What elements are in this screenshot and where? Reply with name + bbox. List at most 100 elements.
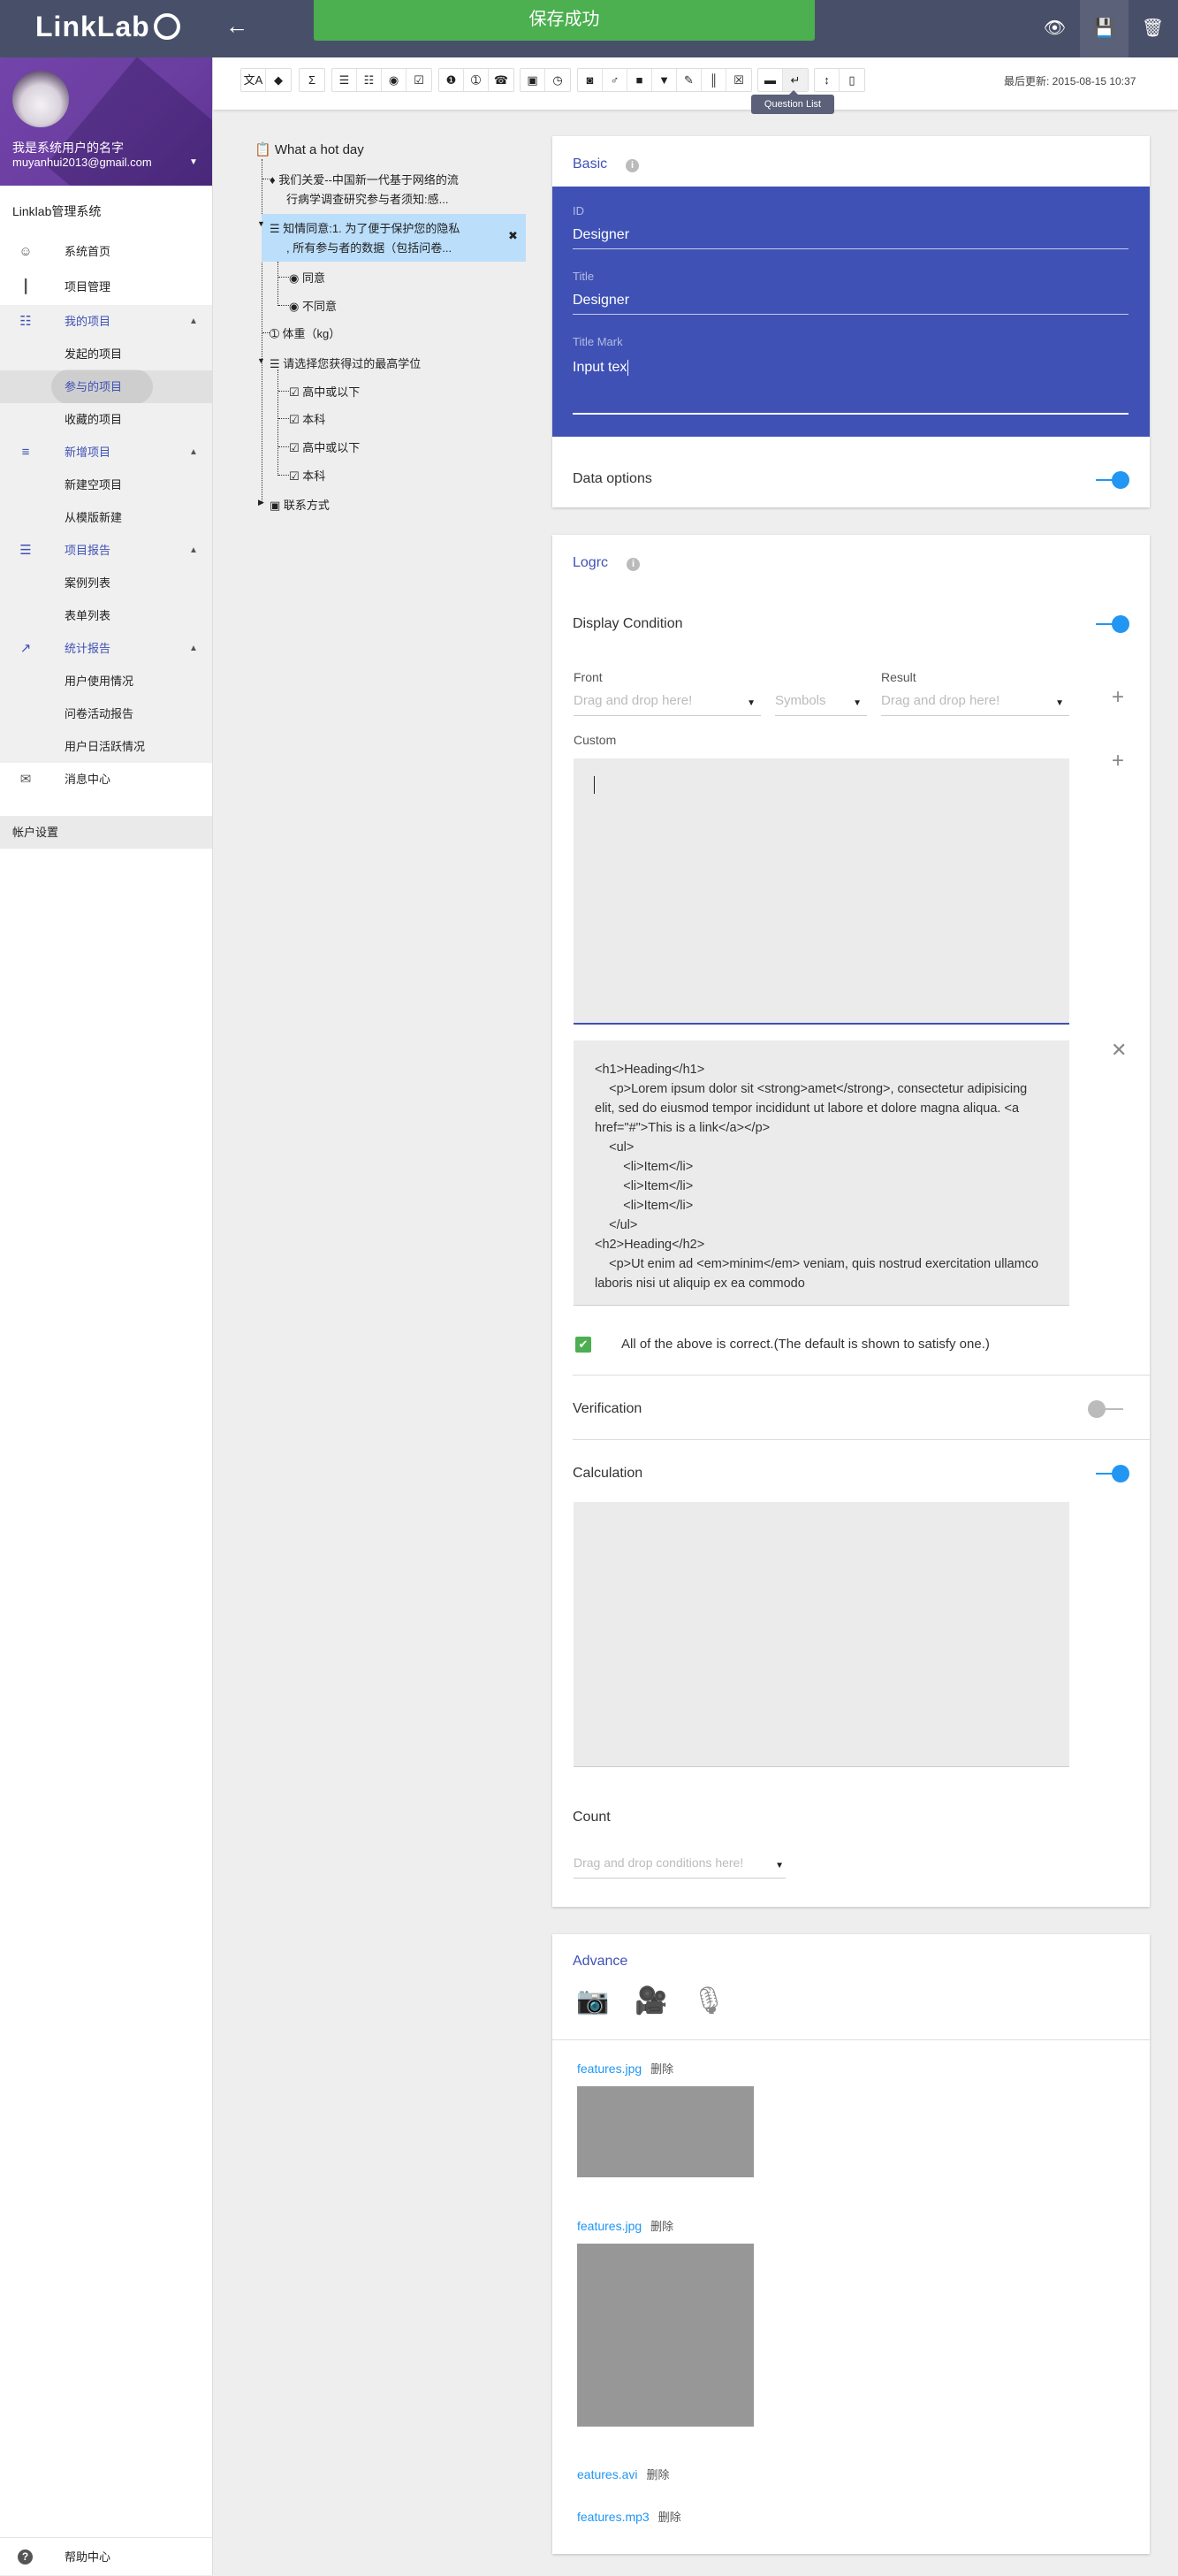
sidebar-item[interactable]: ≡ 新增项目 ▲ — [0, 436, 212, 469]
image-thumbnail[interactable] — [577, 2086, 754, 2177]
numbered-list-icon[interactable]: ☰ — [332, 69, 357, 91]
account-dropdown-icon[interactable]: ▼ — [189, 157, 198, 167]
result-select[interactable]: Drag and drop here! ▼ — [881, 693, 1069, 716]
tree-item-degree[interactable]: ☰ 请选择您获得过的最高学位 — [270, 354, 421, 371]
delete-file-button[interactable]: 删除 — [646, 2468, 669, 2481]
sidebar-item[interactable]: ☺ 系统首页 — [0, 234, 212, 270]
collapse-arrow-icon[interactable]: ▼ — [257, 219, 265, 228]
delete-file-button[interactable]: 删除 — [650, 2062, 673, 2076]
video-icon[interactable]: ■ — [627, 69, 652, 91]
sidebar-item[interactable]: ┃ 项目管理 — [0, 270, 212, 305]
collapse-arrow-icon[interactable]: ▼ — [257, 356, 265, 365]
delete-icon[interactable]: 🗑 — [1129, 0, 1177, 57]
sidebar-item[interactable]: 表单列表 — [0, 599, 212, 632]
calculation-textarea[interactable] — [574, 1502, 1069, 1767]
tree-option[interactable]: ☑ 本科 — [289, 467, 325, 484]
collapse-arrow-icon[interactable]: ▲ — [189, 534, 198, 567]
translate-icon[interactable]: 文A — [241, 69, 266, 91]
logo[interactable]: LinkLab — [35, 11, 180, 43]
camera-icon[interactable]: ◙ — [578, 69, 603, 91]
phone-icon[interactable]: ☎ — [489, 69, 513, 91]
close-icon[interactable]: ✕ — [1111, 1039, 1127, 1062]
collapse-arrow-icon[interactable]: ▲ — [189, 436, 198, 469]
data-options-toggle[interactable] — [1096, 471, 1129, 489]
front-select[interactable]: Drag and drop here! ▼ — [574, 693, 761, 716]
sidebar-item[interactable]: ✉ 消息中心 — [0, 763, 212, 796]
tree-item-contact[interactable]: ▣ 联系方式 — [270, 496, 330, 513]
tree-option[interactable]: ◉ 同意 — [289, 269, 325, 286]
tag-icon[interactable]: ◆ — [266, 69, 291, 91]
sigma-icon[interactable]: Σ — [300, 69, 324, 91]
arrow-back-icon[interactable]: ← — [225, 12, 248, 40]
remove-icon[interactable]: ✖ — [508, 229, 518, 243]
number-box-icon[interactable]: ➀ — [464, 69, 489, 91]
collapse-arrow-icon[interactable]: ▲ — [189, 632, 198, 665]
number-one-icon[interactable]: ❶ — [439, 69, 464, 91]
pencil-icon[interactable]: ✎ — [677, 69, 702, 91]
calendar-icon[interactable]: ▣ — [521, 69, 545, 91]
sidebar-item[interactable]: 从模版新建 — [0, 501, 212, 534]
wrap-text-icon[interactable]: ↵ — [783, 69, 808, 91]
tree-option[interactable]: ☑ 高中或以下 — [289, 383, 360, 400]
camera-icon[interactable]: 📷 — [576, 1985, 609, 2016]
collapse-arrow-icon[interactable]: ▲ — [189, 305, 198, 338]
sidebar-item[interactable]: 用户使用情况 — [0, 665, 212, 697]
delete-file-button[interactable]: 删除 — [658, 2511, 681, 2524]
file-link[interactable]: eatures.avi — [577, 2467, 637, 2481]
id-field[interactable]: Designer — [573, 227, 629, 243]
sidebar-item[interactable]: 参与的项目 — [0, 370, 212, 404]
sidebar-item[interactable]: 发起的项目 — [0, 338, 212, 370]
display-condition-toggle[interactable] — [1096, 615, 1129, 633]
bulleted-list-icon[interactable]: ☷ — [357, 69, 382, 91]
videocam-icon[interactable]: 🎥 — [635, 1985, 667, 2016]
calculation-toggle[interactable] — [1096, 1465, 1129, 1482]
split-icon[interactable]: ║ — [702, 69, 726, 91]
tree-option[interactable]: ◉ 不同意 — [289, 297, 337, 314]
tree-option[interactable]: ☑ 高中或以下 — [289, 438, 360, 455]
tree-item-weight[interactable]: ➀ 体重（kg） — [270, 324, 340, 341]
title-mark-field[interactable]: Input tex — [573, 360, 629, 376]
sidebar-item[interactable]: ☰ 项目报告 ▲ — [0, 534, 212, 567]
custom-textarea[interactable] — [574, 758, 1069, 1025]
mic-icon[interactable]: 🎙 — [692, 1985, 726, 2016]
sidebar-item[interactable]: ↗ 统计报告 ▲ — [0, 632, 212, 665]
file-link[interactable]: features.jpg — [577, 2062, 642, 2076]
lock-icon[interactable]: ☒ — [726, 69, 751, 91]
sidebar-item[interactable]: 问卷活动报告 — [0, 697, 212, 730]
add-custom-icon[interactable]: + — [1112, 749, 1124, 774]
expand-arrow-icon[interactable]: ▶ — [258, 498, 264, 507]
image-thumbnail[interactable] — [577, 2244, 754, 2427]
mic-icon[interactable]: ♂ — [603, 69, 627, 91]
clock-icon[interactable]: ◷ — [545, 69, 570, 91]
add-condition-icon[interactable]: + — [1112, 685, 1124, 710]
delete-file-button[interactable]: 删除 — [650, 2220, 673, 2233]
tree-root[interactable]: 📋 What a hot day — [255, 141, 364, 157]
device-icon[interactable]: ▯ — [840, 69, 864, 91]
save-icon[interactable]: 💾 — [1080, 0, 1129, 57]
info-icon[interactable]: i — [627, 558, 640, 571]
account-settings[interactable]: 帐户设置 — [0, 816, 212, 849]
vertical-align-icon[interactable]: ↕ — [815, 69, 840, 91]
sidebar-item[interactable]: 新建空项目 — [0, 469, 212, 501]
verification-toggle[interactable] — [1088, 1400, 1123, 1418]
sidebar-item-help[interactable]: ? 帮助中心 — [0, 2537, 212, 2575]
eye-icon[interactable]: 👁 — [1030, 0, 1079, 57]
sidebar-item[interactable]: ☷ 我的项目 ▲ — [0, 305, 212, 338]
checkbox-icon[interactable]: ☑ — [407, 69, 431, 91]
avatar[interactable] — [12, 71, 69, 127]
file-link[interactable]: features.jpg — [577, 2219, 642, 2233]
count-select[interactable]: Drag and drop conditions here! ▼ — [574, 1856, 786, 1879]
title-field[interactable]: Designer — [573, 293, 629, 309]
sidebar-item[interactable]: 案例列表 — [0, 567, 212, 599]
briefcase-icon[interactable]: ▬ — [758, 69, 783, 91]
tree-option[interactable]: ☑ 本科 — [289, 410, 325, 427]
tree-item-notice[interactable]: ♦ 我们关爱--中国新一代基于网络的流 行病学调查研究参与者须知:感... — [270, 171, 459, 210]
sidebar-item[interactable]: 用户日活跃情况 — [0, 730, 212, 763]
all-correct-checkbox[interactable]: ✔ — [575, 1337, 591, 1353]
file-link[interactable]: features.mp3 — [577, 2510, 650, 2524]
sidebar-item[interactable]: 收藏的项目 — [0, 403, 212, 436]
radio-icon[interactable]: ◉ — [382, 69, 407, 91]
info-icon[interactable]: i — [626, 159, 639, 172]
location-icon[interactable]: ▼ — [652, 69, 677, 91]
symbols-select[interactable]: Symbols ▼ — [775, 693, 867, 716]
